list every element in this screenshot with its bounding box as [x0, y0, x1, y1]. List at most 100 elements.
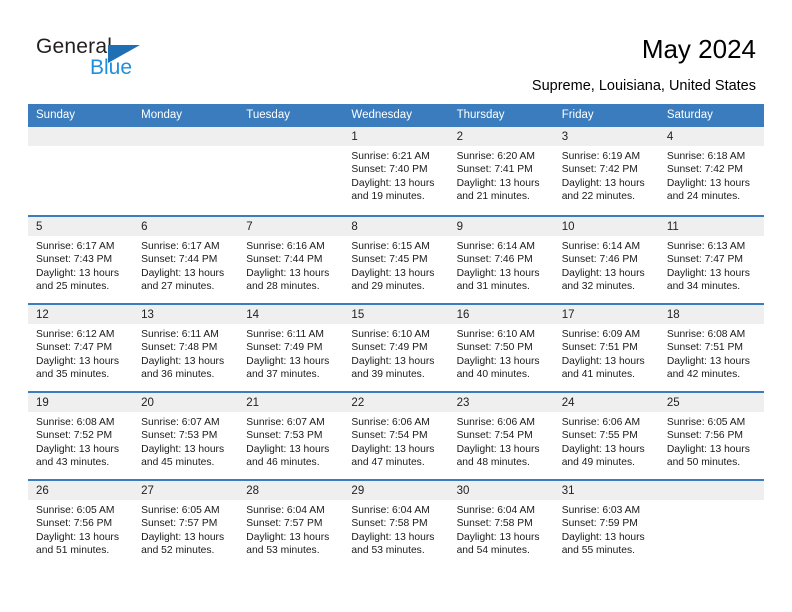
- daylight-text: Daylight: 13 hours and 48 minutes.: [456, 443, 540, 468]
- sunrise-text: Sunrise: 6:11 AM: [141, 329, 219, 340]
- day-sun-info: Sunrise: 6:14 AM Sunset: 7:46 PM Daylight:…: [554, 236, 659, 293]
- day-sun-info: Sunrise: 6:03 AM Sunset: 7:59 PM Daylight:…: [554, 500, 659, 557]
- day-number: 31: [553, 481, 659, 500]
- calendar-day-cell[interactable]: 19 Sunrise: 6:08 AM Sunset: 7:52 PM Dayligh…: [28, 393, 134, 479]
- calendar-day-cell[interactable]: 25 Sunrise: 6:05 AM Sunset: 7:56 PM Dayligh…: [658, 393, 764, 479]
- day-number: 22: [343, 393, 449, 412]
- calendar-day-cell[interactable]: 1 Sunrise: 6:21 AM Sunset: 7:40 PM Daylight…: [343, 127, 449, 215]
- day-sun-info: Sunrise: 6:10 AM Sunset: 7:49 PM Daylight:…: [343, 324, 448, 381]
- calendar-day-cell[interactable]: 6 Sunrise: 6:17 AM Sunset: 7:44 PM Daylight…: [133, 217, 239, 303]
- calendar-day-cell[interactable]: 13 Sunrise: 6:11 AM Sunset: 7:48 PM Dayligh…: [133, 305, 239, 391]
- calendar-day-cell[interactable]: 4 Sunrise: 6:18 AM Sunset: 7:42 PM Daylight…: [658, 127, 764, 215]
- sunrise-text: Sunrise: 6:15 AM: [351, 241, 430, 252]
- sunrise-text: Sunrise: 6:08 AM: [36, 417, 115, 428]
- day-sun-info: Sunrise: 6:08 AM Sunset: 7:52 PM Daylight:…: [28, 412, 133, 469]
- page-header: General Blue May 2024 Supreme, Louisiana…: [0, 0, 792, 100]
- sunset-text: Sunset: 7:56 PM: [666, 430, 743, 442]
- calendar-day-cell[interactable]: 22 Sunrise: 6:06 AM Sunset: 7:54 PM Dayligh…: [343, 393, 449, 479]
- calendar-week-row: 1 Sunrise: 6:21 AM Sunset: 7:40 PM Daylight…: [28, 127, 764, 215]
- calendar-day-cell-empty: [28, 127, 134, 215]
- calendar-day-cell[interactable]: 10 Sunrise: 6:14 AM Sunset: 7:46 PM Dayligh…: [553, 217, 659, 303]
- daylight-text: Daylight: 13 hours and 52 minutes.: [141, 531, 225, 556]
- calendar-day-cell[interactable]: 12 Sunrise: 6:12 AM Sunset: 7:47 PM Dayligh…: [28, 305, 134, 391]
- calendar-day-cell[interactable]: 16 Sunrise: 6:10 AM Sunset: 7:50 PM Dayligh…: [448, 305, 554, 391]
- daylight-text: Daylight: 13 hours and 46 minutes.: [246, 443, 330, 468]
- calendar-day-cell[interactable]: 3 Sunrise: 6:19 AM Sunset: 7:42 PM Daylight…: [553, 127, 659, 215]
- calendar-day-cell[interactable]: 26 Sunrise: 6:05 AM Sunset: 7:56 PM Dayligh…: [28, 481, 134, 567]
- daylight-text: Daylight: 13 hours and 45 minutes.: [141, 443, 225, 468]
- day-number: 15: [343, 305, 449, 324]
- calendar-day-cell[interactable]: 9 Sunrise: 6:14 AM Sunset: 7:46 PM Daylight…: [448, 217, 554, 303]
- day-number: 5: [28, 217, 134, 236]
- daylight-text: Daylight: 13 hours and 51 minutes.: [36, 531, 119, 556]
- calendar-day-cell[interactable]: 2 Sunrise: 6:20 AM Sunset: 7:41 PM Daylight…: [448, 127, 554, 215]
- calendar-day-cell-empty: [658, 481, 764, 567]
- day-sun-info: Sunrise: 6:18 AM Sunset: 7:42 PM Daylight:…: [659, 146, 764, 203]
- sunset-text: Sunset: 7:42 PM: [666, 164, 743, 176]
- daylight-text: Daylight: 13 hours and 31 minutes.: [456, 267, 540, 292]
- day-sun-info: Sunrise: 6:13 AM Sunset: 7:47 PM Daylight:…: [659, 236, 764, 293]
- sunset-text: Sunset: 7:45 PM: [351, 254, 428, 266]
- day-number: 23: [448, 393, 554, 412]
- day-number: 29: [343, 481, 449, 500]
- sunrise-text: Sunrise: 6:12 AM: [36, 329, 115, 340]
- day-number: 20: [133, 393, 239, 412]
- daylight-text: Daylight: 13 hours and 34 minutes.: [666, 267, 750, 292]
- calendar-day-cell[interactable]: 11 Sunrise: 6:13 AM Sunset: 7:47 PM Dayligh…: [658, 217, 764, 303]
- sunrise-text: Sunrise: 6:03 AM: [561, 505, 641, 516]
- sunset-text: Sunset: 7:51 PM: [561, 342, 638, 354]
- daylight-text: Daylight: 13 hours and 39 minutes.: [351, 355, 435, 380]
- calendar-day-cell[interactable]: 27 Sunrise: 6:05 AM Sunset: 7:57 PM Dayligh…: [133, 481, 239, 567]
- sunset-text: Sunset: 7:55 PM: [561, 430, 638, 442]
- calendar-day-cell[interactable]: 8 Sunrise: 6:15 AM Sunset: 7:45 PM Daylight…: [343, 217, 449, 303]
- general-blue-logo[interactable]: General Blue: [36, 36, 216, 88]
- sunrise-text: Sunrise: 6:21 AM: [351, 151, 430, 162]
- daylight-text: Daylight: 13 hours and 25 minutes.: [36, 267, 119, 292]
- calendar-day-cell[interactable]: 28 Sunrise: 6:04 AM Sunset: 7:57 PM Dayligh…: [238, 481, 344, 567]
- sunrise-text: Sunrise: 6:18 AM: [666, 151, 746, 162]
- day-number: 30: [448, 481, 554, 500]
- sunset-text: Sunset: 7:53 PM: [246, 430, 323, 442]
- calendar-day-cell[interactable]: 14 Sunrise: 6:11 AM Sunset: 7:49 PM Dayligh…: [238, 305, 344, 391]
- daylight-text: Daylight: 13 hours and 22 minutes.: [561, 177, 645, 202]
- sunset-text: Sunset: 7:47 PM: [666, 254, 743, 266]
- weekday-header-tuesday: Tuesday: [246, 109, 290, 121]
- day-number: 27: [133, 481, 239, 500]
- sunrise-text: Sunrise: 6:06 AM: [351, 417, 430, 428]
- daylight-text: Daylight: 13 hours and 29 minutes.: [351, 267, 435, 292]
- day-number: 6: [133, 217, 239, 236]
- sunset-text: Sunset: 7:44 PM: [246, 254, 323, 266]
- sunset-text: Sunset: 7:41 PM: [456, 164, 533, 176]
- sunrise-text: Sunrise: 6:17 AM: [36, 241, 115, 252]
- day-number: 14: [238, 305, 344, 324]
- daylight-text: Daylight: 13 hours and 50 minutes.: [666, 443, 750, 468]
- sunrise-text: Sunrise: 6:05 AM: [36, 505, 115, 516]
- day-sun-info: Sunrise: 6:21 AM Sunset: 7:40 PM Daylight:…: [343, 146, 448, 203]
- daylight-text: Daylight: 13 hours and 43 minutes.: [36, 443, 119, 468]
- sunset-text: Sunset: 7:47 PM: [36, 342, 113, 354]
- day-sun-info: Sunrise: 6:17 AM Sunset: 7:43 PM Daylight:…: [28, 236, 133, 293]
- daylight-text: Daylight: 13 hours and 54 minutes.: [456, 531, 540, 556]
- calendar-day-cell[interactable]: 7 Sunrise: 6:16 AM Sunset: 7:44 PM Daylight…: [238, 217, 344, 303]
- day-sun-info: Sunrise: 6:04 AM Sunset: 7:58 PM Daylight:…: [449, 500, 554, 557]
- calendar-day-cell[interactable]: 5 Sunrise: 6:17 AM Sunset: 7:43 PM Daylight…: [28, 217, 134, 303]
- calendar-day-cell[interactable]: 20 Sunrise: 6:07 AM Sunset: 7:53 PM Dayligh…: [133, 393, 239, 479]
- sunrise-text: Sunrise: 6:16 AM: [246, 241, 325, 252]
- calendar-day-cell[interactable]: 23 Sunrise: 6:06 AM Sunset: 7:54 PM Dayligh…: [448, 393, 554, 479]
- day-sun-info: Sunrise: 6:14 AM Sunset: 7:46 PM Daylight:…: [449, 236, 554, 293]
- calendar-day-cell[interactable]: 17 Sunrise: 6:09 AM Sunset: 7:51 PM Dayligh…: [553, 305, 659, 391]
- calendar-day-cell[interactable]: 31 Sunrise: 6:03 AM Sunset: 7:59 PM Dayligh…: [553, 481, 659, 567]
- calendar-page: General Blue May 2024 Supreme, Louisiana…: [0, 0, 792, 612]
- calendar-week-row: 5 Sunrise: 6:17 AM Sunset: 7:43 PM Daylight…: [28, 215, 764, 303]
- calendar-day-cell[interactable]: 24 Sunrise: 6:06 AM Sunset: 7:55 PM Dayligh…: [553, 393, 659, 479]
- sunset-text: Sunset: 7:43 PM: [36, 254, 113, 266]
- calendar-day-cell[interactable]: 18 Sunrise: 6:08 AM Sunset: 7:51 PM Dayligh…: [658, 305, 764, 391]
- calendar-day-cell[interactable]: 15 Sunrise: 6:10 AM Sunset: 7:49 PM Dayligh…: [343, 305, 449, 391]
- day-number: 21: [238, 393, 344, 412]
- calendar-day-cell[interactable]: 29 Sunrise: 6:04 AM Sunset: 7:58 PM Dayligh…: [343, 481, 449, 567]
- day-number: 16: [448, 305, 554, 324]
- day-sun-info: Sunrise: 6:06 AM Sunset: 7:55 PM Daylight:…: [554, 412, 659, 469]
- day-sun-info: Sunrise: 6:08 AM Sunset: 7:51 PM Daylight:…: [659, 324, 764, 381]
- calendar-day-cell[interactable]: 30 Sunrise: 6:04 AM Sunset: 7:58 PM Dayligh…: [448, 481, 554, 567]
- calendar-day-cell[interactable]: 21 Sunrise: 6:07 AM Sunset: 7:53 PM Dayligh…: [238, 393, 344, 479]
